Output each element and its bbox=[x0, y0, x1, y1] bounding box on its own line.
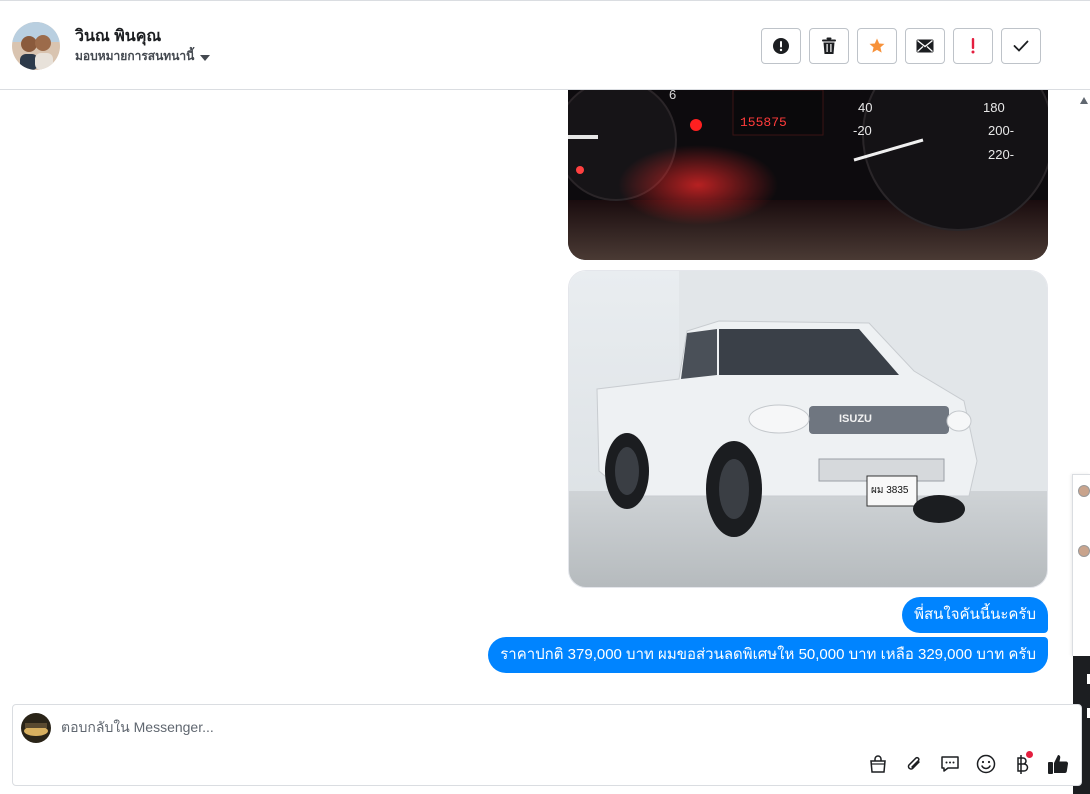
follow-up-button[interactable] bbox=[953, 28, 993, 64]
trash-icon bbox=[822, 37, 836, 54]
smiley-icon bbox=[976, 754, 995, 773]
emoji-button[interactable] bbox=[974, 752, 997, 775]
paperclip-icon bbox=[907, 756, 920, 770]
svg-text:220-: 220- bbox=[988, 147, 1014, 162]
reply-input[interactable] bbox=[61, 719, 761, 735]
caret-down-icon bbox=[200, 54, 211, 61]
brand-badge: ISUZU bbox=[839, 413, 872, 425]
saved-replies-button[interactable] bbox=[938, 752, 961, 775]
participant-avatar[interactable] bbox=[1078, 545, 1090, 557]
svg-text:-20: -20 bbox=[853, 123, 872, 138]
exclamation-circle-icon bbox=[773, 38, 789, 54]
assign-conversation-dropdown[interactable]: มอบหมายการสนทนานี้ bbox=[75, 47, 211, 66]
scroll-up-arrow-icon[interactable] bbox=[1080, 97, 1088, 104]
composer-toolbar bbox=[866, 751, 1069, 775]
contact-name[interactable]: วินณ พินคุณ bbox=[75, 24, 161, 49]
dashboard-photo[interactable]: 155875 6 40 -20 180 200- 220- bbox=[568, 90, 1048, 260]
pickup-truck-photo[interactable]: ISUZU ผม 3835 bbox=[568, 270, 1048, 588]
star-button[interactable] bbox=[857, 28, 897, 64]
message-bubble[interactable]: ราคาปกติ 379,000 บาท ผมขอส่วนลดพิเศษให 5… bbox=[488, 637, 1048, 673]
assign-label: มอบหมายการสนทนานี้ bbox=[75, 49, 195, 63]
odometer-reading: 155875 bbox=[740, 115, 787, 130]
exclamation-icon bbox=[971, 38, 975, 54]
contact-avatar[interactable] bbox=[12, 22, 60, 70]
inbox-conversation-view: วินณ พินคุณ มอบหมายการสนทนานี้ 155875 6 … bbox=[0, 0, 1090, 794]
shop-bag-button[interactable] bbox=[866, 752, 889, 775]
chat-bubble-icon bbox=[940, 755, 959, 772]
checkmark-icon bbox=[1013, 40, 1029, 52]
message-thread: 155875 6 40 -20 180 200- 220- ISUZU ผม 3… bbox=[0, 90, 1072, 696]
conversation-header: วินณ พินคุณ มอบหมายการสนทนานี้ bbox=[0, 0, 1090, 90]
message-bubble[interactable]: พี่สนใจคันนี้นะครับ bbox=[902, 597, 1048, 633]
shopping-bag-icon bbox=[869, 754, 886, 773]
collapsed-side-panel[interactable] bbox=[1072, 474, 1090, 656]
svg-text:40: 40 bbox=[858, 100, 872, 115]
delete-button[interactable] bbox=[809, 28, 849, 64]
mark-unread-button[interactable] bbox=[905, 28, 945, 64]
envelope-icon bbox=[916, 39, 934, 53]
license-plate: ผม 3835 bbox=[871, 485, 909, 496]
thumbs-up-icon bbox=[1047, 754, 1068, 774]
like-button[interactable] bbox=[1046, 752, 1069, 775]
payment-button[interactable] bbox=[1010, 751, 1033, 775]
reply-composer bbox=[12, 704, 1082, 786]
star-icon bbox=[869, 38, 885, 53]
page-avatar bbox=[21, 713, 51, 743]
participant-avatar[interactable] bbox=[1078, 485, 1090, 497]
attach-button[interactable] bbox=[902, 752, 925, 775]
notification-dot bbox=[1026, 751, 1033, 758]
svg-text:200-: 200- bbox=[988, 123, 1014, 138]
svg-text:6: 6 bbox=[669, 90, 676, 102]
report-spam-button[interactable] bbox=[761, 28, 801, 64]
conversation-actions bbox=[761, 28, 1041, 64]
mark-done-button[interactable] bbox=[1001, 28, 1041, 64]
svg-text:180: 180 bbox=[983, 100, 1005, 115]
